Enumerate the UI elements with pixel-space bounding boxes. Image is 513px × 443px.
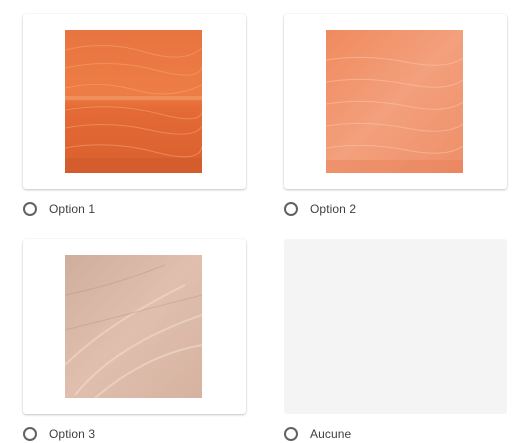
option-4-empty-card[interactable] xyxy=(284,239,507,414)
radio-button-option-2[interactable] xyxy=(284,202,298,216)
option-3-label: Option 3 xyxy=(49,427,96,441)
salmon-image-3 xyxy=(65,255,202,398)
radio-button-none[interactable] xyxy=(284,427,298,441)
salmon-image-1 xyxy=(65,30,202,173)
option-1-label: Option 1 xyxy=(49,202,96,216)
radio-button-option-3[interactable] xyxy=(23,427,37,441)
option-2-choice[interactable]: Option 2 xyxy=(284,199,356,219)
option-none-choice[interactable]: Aucune xyxy=(284,424,351,443)
salmon-image-2 xyxy=(326,30,463,173)
option-3-image-card[interactable] xyxy=(23,239,246,414)
image-choice-question: Option 1 Option 2 Option 3 Aucune xyxy=(0,0,513,443)
option-2-image-card[interactable] xyxy=(284,14,507,189)
option-2-label: Option 2 xyxy=(310,202,357,216)
option-none-label: Aucune xyxy=(310,427,352,441)
radio-button-option-1[interactable] xyxy=(23,202,37,216)
option-1-image-card[interactable] xyxy=(23,14,246,189)
option-1-choice[interactable]: Option 1 xyxy=(23,199,95,219)
option-3-choice[interactable]: Option 3 xyxy=(23,424,95,443)
